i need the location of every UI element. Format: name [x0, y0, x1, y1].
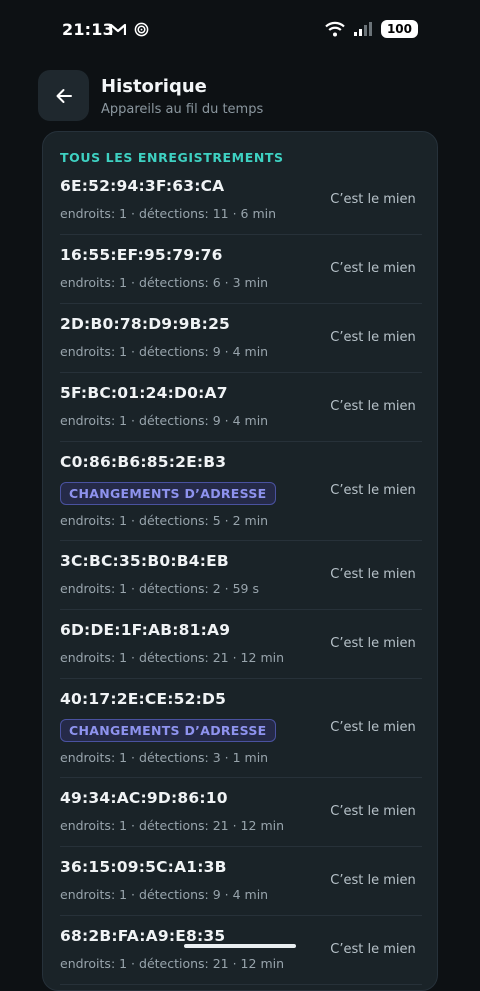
address-change-badge: CHANGEMENTS D’ADRESSE — [60, 482, 276, 505]
list-item[interactable]: 6D:DE:1F:AB:81:A9 endroits: 1 · détection… — [60, 610, 422, 679]
device-meta: endroits: 1 · détections: 5 · 2 min — [60, 513, 269, 528]
device-meta: endroits: 1 · détections: 11 · 6 min — [60, 206, 277, 221]
device-meta: endroits: 1 · détections: 9 · 4 min — [60, 344, 269, 359]
status-bar: 21:13 100 — [0, 0, 480, 60]
list-item[interactable]: 5F:BC:01:24:D0:A7 endroits: 1 · détection… — [60, 373, 422, 442]
its-mine-button[interactable]: C’est le mien — [324, 710, 422, 746]
its-mine-button[interactable]: C’est le mien — [324, 863, 422, 899]
its-mine-button[interactable]: C’est le mien — [324, 794, 422, 830]
device-address: 36:15:09:5C:A1:3B — [60, 858, 227, 876]
page-subtitle: Appareils au fil du temps — [101, 102, 264, 117]
device-meta: endroits: 1 · détections: 21 · 12 min — [60, 956, 285, 971]
its-mine-button[interactable]: C’est le mien — [324, 626, 422, 662]
status-time: 21:13 — [62, 20, 114, 39]
gmail-icon — [110, 23, 126, 35]
device-meta: endroits: 1 · détections: 21 · 12 min — [60, 650, 285, 665]
sync-icon — [134, 22, 149, 37]
its-mine-button[interactable]: C’est le mien — [324, 251, 422, 287]
list-item[interactable]: 36:15:09:5C:A1:3B endroits: 1 · détection… — [60, 847, 422, 916]
device-address: 5F:BC:01:24:D0:A7 — [60, 384, 228, 402]
list-item[interactable]: C0:86:B6:85:2E:B3 CHANGEMENTS D’ADRESSE en… — [60, 442, 422, 541]
battery-indicator: 100 — [380, 20, 418, 38]
list-item[interactable]: 6E:52:94:3F:63:CA endroits: 1 · détection… — [60, 166, 422, 235]
page-title: Historique — [101, 76, 207, 97]
device-address: 40:17:2E:CE:52:D5 — [60, 690, 227, 708]
device-meta: endroits: 1 · détections: 9 · 4 min — [60, 887, 269, 902]
device-address: 2D:B0:78:D9:9B:25 — [60, 315, 231, 333]
list-item[interactable]: 3C:BC:35:B0:B4:EB endroits: 1 · détection… — [60, 541, 422, 610]
records-card: TOUS LES ENREGISTREMENTS 6E:52:94:3F:63:… — [42, 131, 438, 991]
list-item[interactable]: 16:55:EF:95:79:76 endroits: 1 · détection… — [60, 235, 422, 304]
page-header: Historique Appareils au fil du temps — [38, 70, 442, 122]
its-mine-button[interactable]: C’est le mien — [324, 182, 422, 218]
device-meta: endroits: 1 · détections: 21 · 12 min — [60, 818, 285, 833]
its-mine-button[interactable]: C’est le mien — [324, 473, 422, 509]
device-meta: endroits: 1 · détections: 6 · 3 min — [60, 275, 269, 290]
device-address: 16:55:EF:95:79:76 — [60, 246, 223, 264]
its-mine-button[interactable]: C’est le mien — [324, 557, 422, 593]
its-mine-button[interactable]: C’est le mien — [324, 932, 422, 968]
list-item[interactable]: 49:34:AC:9D:86:10 endroits: 1 · détection… — [60, 778, 422, 847]
device-meta: endroits: 1 · détections: 2 · 59 s — [60, 581, 259, 596]
signal-icon — [353, 22, 372, 36]
list-item[interactable]: 40:17:2E:CE:52:D5 CHANGEMENTS D’ADRESSE en… — [60, 679, 422, 778]
back-button[interactable] — [38, 70, 89, 121]
wifi-icon — [325, 21, 345, 37]
device-address: 49:34:AC:9D:86:10 — [60, 789, 228, 807]
list-item[interactable]: 2D:B0:78:D9:9B:25 endroits: 1 · détection… — [60, 304, 422, 373]
its-mine-button[interactable]: C’est le mien — [324, 320, 422, 356]
device-meta: endroits: 1 · détections: 3 · 1 min — [60, 750, 269, 765]
device-address: 6D:DE:1F:AB:81:A9 — [60, 621, 231, 639]
device-meta: endroits: 1 · détections: 9 · 4 min — [60, 413, 269, 428]
list-item[interactable]: 68:2B:FA:A9:E8:35 endroits: 1 · détection… — [60, 916, 422, 985]
arrow-left-icon — [56, 88, 72, 103]
device-address: 6E:52:94:3F:63:CA — [60, 177, 225, 195]
device-address: 68:2B:FA:A9:E8:35 — [60, 927, 226, 945]
records-list: 6E:52:94:3F:63:CA endroits: 1 · détection… — [60, 166, 422, 985]
device-address: C0:86:B6:85:2E:B3 — [60, 453, 227, 471]
address-change-badge: CHANGEMENTS D’ADRESSE — [60, 719, 276, 742]
its-mine-button[interactable]: C’est le mien — [324, 389, 422, 425]
device-address: 3C:BC:35:B0:B4:EB — [60, 552, 229, 570]
section-label: TOUS LES ENREGISTREMENTS — [60, 150, 284, 165]
home-indicator[interactable] — [184, 944, 296, 948]
